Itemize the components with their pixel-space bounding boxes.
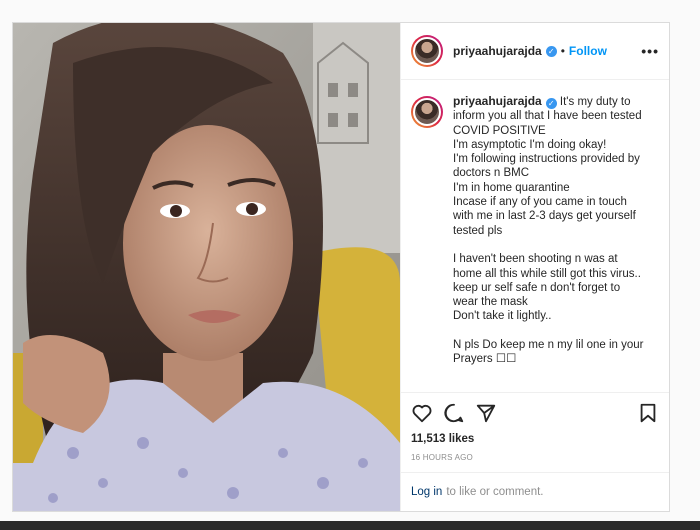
login-link[interactable]: Log in xyxy=(411,486,442,498)
likes-count[interactable]: 11,513 likes xyxy=(401,433,669,451)
post-photo[interactable] xyxy=(13,23,400,511)
verified-badge-icon: ✓ xyxy=(545,45,557,57)
dot-separator: • xyxy=(560,44,565,58)
comment-icon[interactable] xyxy=(443,402,465,424)
caption-area: priyaahujarajda ✓ It's my duty to inform … xyxy=(401,80,669,393)
taskbar-strip xyxy=(0,521,700,530)
follow-button[interactable]: Follow xyxy=(569,44,607,58)
avatar[interactable] xyxy=(411,35,443,67)
post-header: priyaahujarajda ✓ • Follow ••• xyxy=(401,23,669,80)
more-options-icon[interactable]: ••• xyxy=(641,43,659,59)
post-frame: priyaahujarajda ✓ • Follow ••• priyaahuj… xyxy=(12,22,670,512)
caption: priyaahujarajda ✓ It's my duty to inform … xyxy=(453,94,648,392)
caption-username[interactable]: priyaahujarajda xyxy=(453,94,542,108)
selfie-image xyxy=(13,23,400,511)
verified-badge-icon: ✓ xyxy=(545,98,557,109)
action-bar xyxy=(401,393,669,433)
login-prompt: Log in to like or comment. xyxy=(401,473,669,511)
post-sidebar: priyaahujarajda ✓ • Follow ••• priyaahuj… xyxy=(400,23,669,511)
caption-avatar[interactable] xyxy=(411,96,443,128)
username[interactable]: priyaahujarajda xyxy=(453,44,542,58)
bookmark-icon[interactable] xyxy=(637,402,659,424)
caption-text: It's my duty to inform you all that I ha… xyxy=(453,96,644,366)
post-timestamp[interactable]: 16 HOURS AGO xyxy=(401,451,669,473)
heart-icon[interactable] xyxy=(411,402,433,424)
login-text: to like or comment. xyxy=(446,486,544,498)
paper-plane-icon[interactable] xyxy=(475,402,497,424)
